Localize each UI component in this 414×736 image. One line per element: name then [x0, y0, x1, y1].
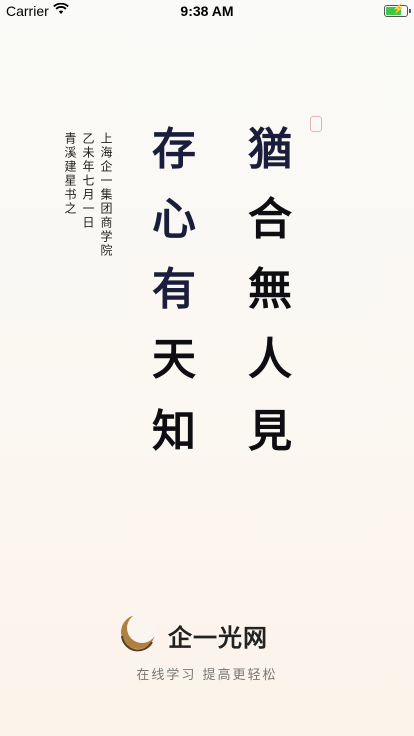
- brand-name: 企一光网: [168, 624, 268, 652]
- brand-block: 企一光网: [0, 612, 414, 652]
- calligraphy-char: 人: [248, 334, 292, 385]
- calligraphy-char: 合: [248, 194, 292, 245]
- slogan: 在线学习 提高更轻松: [136, 668, 278, 683]
- calligraphy-char: 天: [152, 334, 196, 385]
- calligraphy-artwork: 猶 合 無 人 見 存 心 有 天 知 上海企一集团商学院 乙未年七月一日 青溪…: [0, 0, 414, 500]
- inscription-line: 青溪建星书之: [63, 132, 77, 216]
- calligraphy-char: 心: [152, 194, 196, 245]
- inscription-line: 乙未年七月一日: [81, 132, 95, 230]
- calligraphy-char: 有: [152, 264, 196, 315]
- inscription-line: 上海企一集团商学院: [99, 132, 113, 258]
- calligraphy-char: 猶: [248, 124, 292, 175]
- calligraphy-char: 存: [152, 124, 196, 175]
- calligraphy-char: 知: [152, 406, 196, 457]
- seal-stamp: [310, 116, 322, 132]
- calligraphy-char: 無: [248, 264, 292, 315]
- calligraphy-char: 見: [248, 406, 292, 457]
- crescent-logo-icon: [118, 612, 158, 652]
